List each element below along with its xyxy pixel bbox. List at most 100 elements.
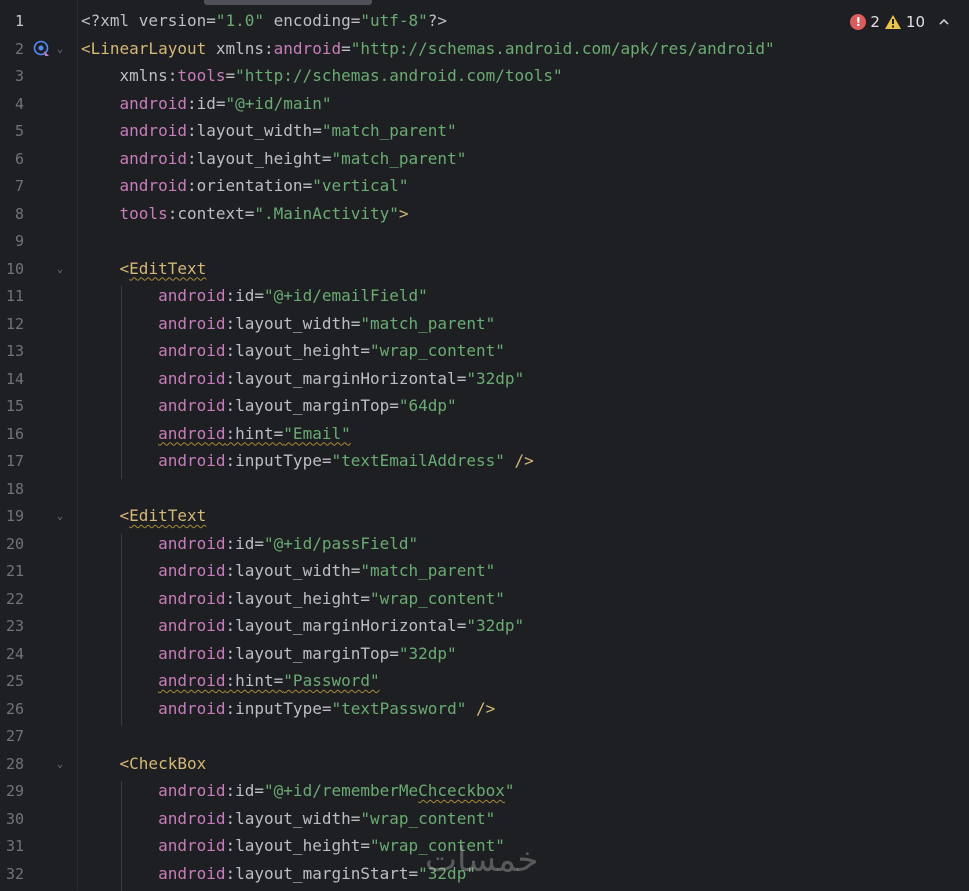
code-line[interactable]: android:layout_width="match_parent" <box>81 314 495 334</box>
line-number: 32 <box>5 864 24 883</box>
code-token: android <box>81 148 187 168</box>
line-number: 31 <box>5 837 24 855</box>
code-token: "match_parent" <box>321 121 457 140</box>
code-line[interactable]: tools:context=".MainActivity"> <box>81 204 409 224</box>
code-token: "match_parent" <box>360 561 496 580</box>
code-token: :inputType= <box>225 698 332 718</box>
line-number: 13 <box>5 342 24 360</box>
code-token: = <box>341 38 351 58</box>
code-token: tools <box>177 66 226 85</box>
code-line[interactable]: android:layout_width="wrap_content" <box>81 809 495 829</box>
code-line[interactable]: <LinearLayout xmlns:android="http://sche… <box>81 39 775 59</box>
line-number-gutter: 1 2 3 4 5 6 7 8 9 10 11 12 13 14 15 16 17 18 19 20 21 22 23 24 2… <box>0 0 78 890</box>
code-token: android <box>81 616 226 635</box>
code-token: version= <box>138 11 216 30</box>
code-line[interactable]: android:layout_width="match_parent" <box>81 561 495 581</box>
code-line[interactable]: android:inputType="textEmailAddress" /> <box>81 451 534 471</box>
code-line[interactable]: <EditText <box>81 258 207 279</box>
code-token: android <box>81 698 226 718</box>
code-token: :layout_marginStart= <box>225 863 419 883</box>
code-token: ?> <box>427 11 448 30</box>
line-number: 28 <box>5 754 24 773</box>
code-line[interactable]: <EditText <box>81 506 207 526</box>
code-line[interactable]: android:layout_height="wrap_content" <box>81 341 505 361</box>
code-line[interactable]: android:hint="Password" <box>81 671 380 691</box>
horizontal-scroll-thumb[interactable] <box>204 0 372 5</box>
code-token: :id= <box>225 533 265 553</box>
line-number: 2 <box>14 39 24 58</box>
line-number: 22 <box>5 589 24 608</box>
line-number: 5 <box>14 122 24 140</box>
code-token: android <box>81 781 226 800</box>
code-line[interactable]: xmlns:tools="http://schemas.android.com/… <box>81 66 563 86</box>
code-token: android <box>81 451 226 470</box>
warning-token: EditText <box>129 506 207 525</box>
layout-preview-icon[interactable] <box>32 39 52 59</box>
code-line[interactable]: android:id="@+id/rememberMeChceckbox" <box>81 781 515 801</box>
code-token: " <box>504 781 515 800</box>
code-token: android <box>81 286 226 305</box>
line-number: 18 <box>5 479 24 498</box>
code-line[interactable]: <CheckBox <box>81 753 207 774</box>
code-token: "http://schemas.android.com/apk/res/andr… <box>350 38 775 58</box>
code-line[interactable]: android:layout_marginStart="32dp" <box>81 864 476 884</box>
code-line[interactable]: android:inputType="textPassword" /> <box>81 699 495 719</box>
code-token: "http://schemas.android.com/tools" <box>235 66 563 85</box>
line-number: 16 <box>5 424 24 443</box>
code-token: :orientation= <box>186 176 313 195</box>
line-number: 21 <box>5 562 24 580</box>
code-token: android <box>81 561 226 580</box>
code-token: :layout_marginHorizontal= <box>225 616 467 635</box>
code-token: tools <box>81 203 168 223</box>
fold-chevron-icon[interactable]: ⌄ <box>54 754 66 774</box>
code-token: < <box>81 506 130 525</box>
fold-chevron-icon[interactable]: ⌄ <box>54 259 66 279</box>
fold-chevron-icon[interactable]: ⌄ <box>54 506 66 526</box>
line-number: 11 <box>5 287 24 305</box>
code-token: android <box>81 121 187 140</box>
code-line[interactable]: android:layout_height="wrap_content" <box>81 589 505 609</box>
code-line[interactable]: android:layout_width="match_parent" <box>81 121 457 141</box>
line-number: 24 <box>5 644 24 663</box>
code-token: :layout_height= <box>225 341 371 360</box>
code-token: android <box>81 93 187 113</box>
code-token: "32dp" <box>466 368 525 388</box>
gutter-separator <box>77 0 78 890</box>
code-token: ".MainActivity" <box>254 203 399 223</box>
code-line[interactable]: android:layout_marginTop="32dp" <box>81 644 457 664</box>
code-token: "@+id/rememberMe <box>264 781 419 800</box>
warning-count: 10 <box>905 13 925 31</box>
code-token: "textPassword" <box>331 698 467 718</box>
code-line[interactable]: android:orientation="vertical" <box>81 176 409 196</box>
code-line[interactable]: android:layout_marginTop="64dp" <box>81 396 457 416</box>
code-line[interactable]: android:hint="Email" <box>81 424 351 444</box>
code-token: :layout_width= <box>186 121 322 140</box>
code-token: <LinearLayout <box>81 38 216 58</box>
line-number: 10 <box>5 259 24 278</box>
code-line[interactable]: android:id="@+id/main" <box>81 93 332 114</box>
line-number: 17 <box>5 452 24 470</box>
code-line[interactable]: android:id="@+id/emailField" <box>81 286 428 306</box>
chevron-up-icon[interactable] <box>937 15 951 29</box>
code-line[interactable]: <?xml version="1.0" encoding="utf-8"?> <box>81 11 447 31</box>
fold-chevron-icon[interactable]: ⌄ <box>54 39 66 59</box>
warning-token: Chceckbox <box>418 781 505 800</box>
code-token: android <box>81 808 226 828</box>
code-token: <CheckBox <box>81 753 207 773</box>
code-line[interactable]: android:layout_height="match_parent" <box>81 148 467 169</box>
code-token: "1.0" <box>215 11 265 30</box>
code-token: < <box>81 258 130 278</box>
code-token: "@+id/emailField" <box>264 286 428 305</box>
code-token: :id= <box>186 93 226 113</box>
code-line[interactable]: android:id="@+id/passField" <box>81 534 418 554</box>
warning-token: "Email" <box>283 423 351 443</box>
watermark-logo: خمسات <box>425 840 539 880</box>
code-line[interactable]: android:layout_marginHorizontal="32dp" <box>81 369 524 389</box>
code-line[interactable]: android:layout_marginHorizontal="32dp" <box>81 616 524 636</box>
code-token: :layout_height= <box>225 836 371 855</box>
code-token: encoding= <box>264 11 361 30</box>
code-token: android <box>81 176 187 195</box>
code-token: android <box>273 38 342 58</box>
inspection-widget[interactable]: ! 2 10 <box>850 10 951 34</box>
